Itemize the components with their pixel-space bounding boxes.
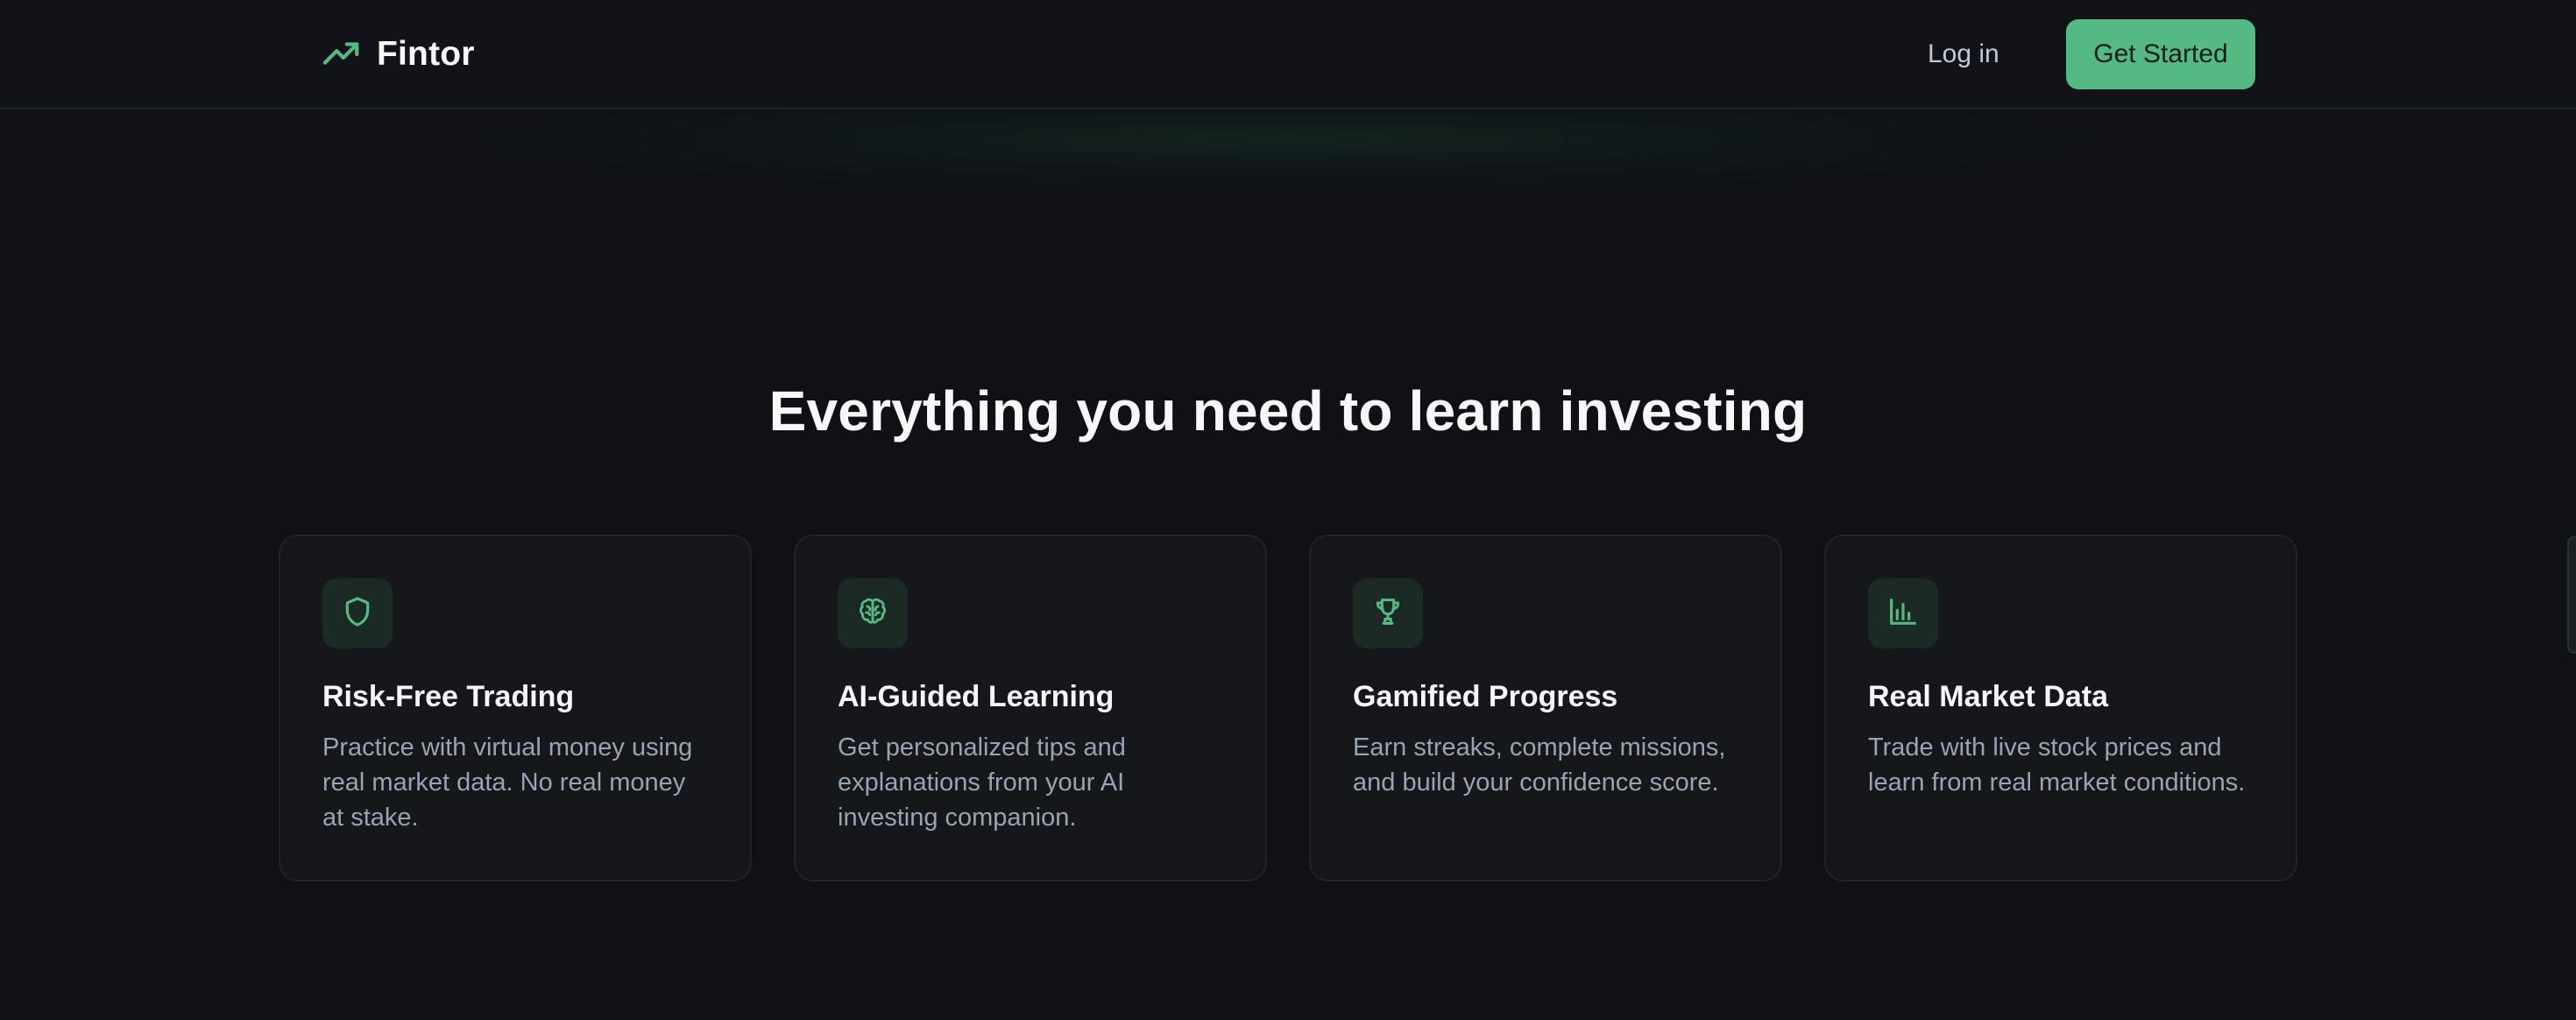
brain-icon	[855, 594, 890, 634]
brand-name: Fintor	[377, 35, 475, 73]
top-nav: Fintor Log in Get Started	[0, 0, 2576, 110]
feature-card-ai-guided-learning: AI-Guided Learning Get personalized tips…	[794, 535, 1267, 882]
feature-title: AI-Guided Learning	[838, 680, 1115, 713]
feature-card-gamified-progress: Gamified Progress Earn streaks, complete…	[1309, 535, 1782, 882]
feature-title: Real Market Data	[1868, 680, 2109, 713]
get-started-button[interactable]: Get Started	[2066, 19, 2255, 89]
features-section-title: Everything you need to learn investing	[768, 379, 1808, 443]
feature-card-real-market-data: Real Market Data Trade with live stock p…	[1824, 535, 2297, 882]
feature-description: Earn streaks, complete missions, and bui…	[1353, 733, 1726, 797]
feature-icon-container	[1868, 578, 1938, 648]
feature-icon-container	[1353, 578, 1423, 648]
edge-tab-handle[interactable]	[2567, 536, 2576, 654]
feature-icon-container	[322, 578, 393, 648]
feature-icon-container	[838, 578, 908, 648]
feature-cards: Risk-Free Trading Practice with virtual …	[279, 535, 2297, 882]
feature-title: Gamified Progress	[1353, 680, 1618, 713]
trophy-icon	[1370, 594, 1405, 634]
feature-description: Trade with live stock prices and learn f…	[1868, 733, 2246, 797]
feature-description: Practice with virtual money using real m…	[322, 733, 693, 832]
trending-up-icon	[321, 33, 363, 75]
shield-icon	[340, 594, 375, 634]
bar-chart-icon	[1886, 594, 1921, 634]
login-link[interactable]: Log in	[1928, 33, 1999, 75]
feature-description: Get personalized tips and explanations f…	[838, 733, 1126, 832]
feature-title: Risk-Free Trading	[322, 680, 575, 713]
feature-card-risk-free-trading: Risk-Free Trading Practice with virtual …	[279, 535, 752, 882]
landing-page: Fintor Log in Get Started Everything you…	[0, 0, 2576, 1020]
brand-link[interactable]: Fintor	[321, 30, 475, 79]
